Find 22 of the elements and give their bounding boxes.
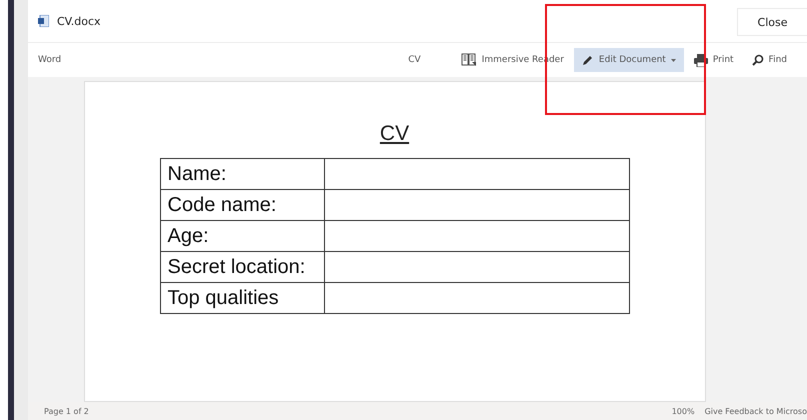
caret-icon bbox=[670, 58, 676, 62]
table-cell: Code name: bbox=[160, 190, 324, 221]
document-heading: CV bbox=[380, 122, 410, 146]
close-button[interactable]: Close bbox=[737, 8, 807, 36]
table-cell: Top qualities bbox=[160, 283, 324, 314]
app-name: Word bbox=[38, 55, 62, 65]
table-cell: Name: bbox=[160, 159, 324, 190]
feedback-link[interactable]: Give Feedback to Microso bbox=[704, 406, 807, 416]
table-cell: Secret location: bbox=[160, 252, 324, 283]
toolbar-button[interactable]: Find bbox=[744, 48, 795, 72]
printer-icon bbox=[694, 54, 708, 66]
page-count: Page 1 of 2 bbox=[44, 406, 89, 416]
book-icon bbox=[460, 53, 477, 67]
toolbar-button[interactable]: Print bbox=[686, 48, 742, 72]
pencil-icon bbox=[582, 54, 594, 66]
zoom-level[interactable]: 100% bbox=[672, 406, 695, 416]
table-cell: Age: bbox=[160, 221, 324, 252]
toolbar-button[interactable]: Edit Document bbox=[574, 48, 684, 72]
search-icon bbox=[752, 54, 764, 66]
document-name: CV bbox=[408, 55, 421, 65]
document-icon bbox=[38, 15, 49, 27]
window-title: CV.docx bbox=[57, 14, 102, 28]
